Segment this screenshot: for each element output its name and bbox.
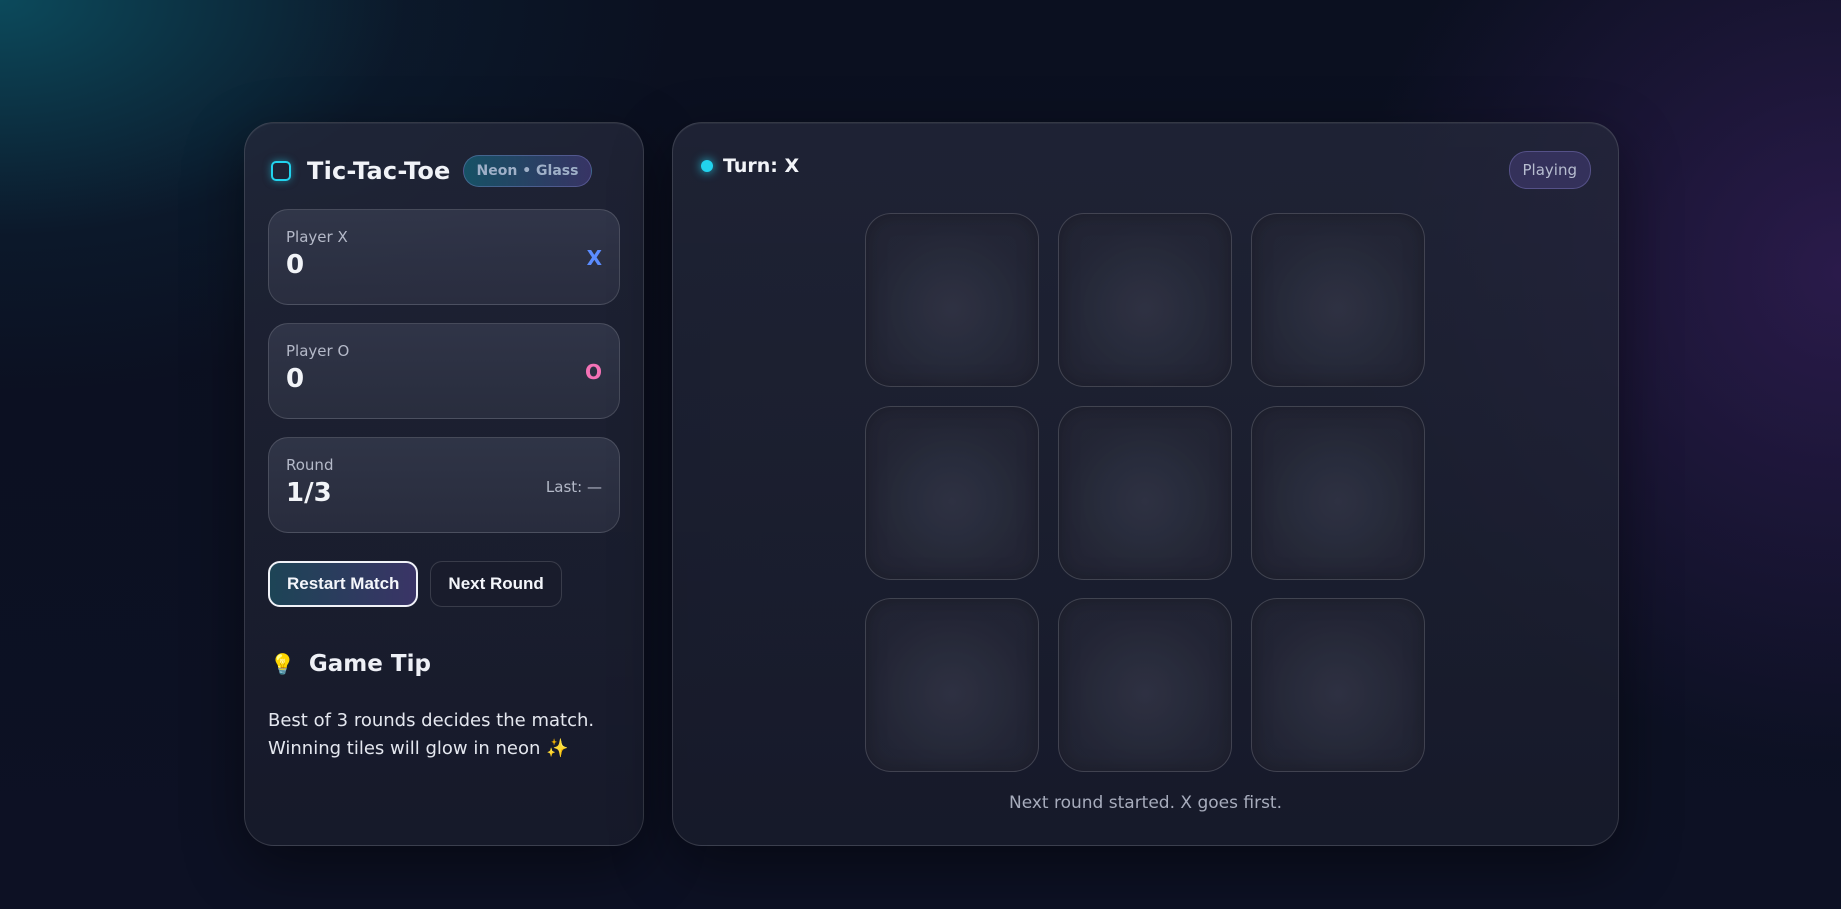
game-tip-header: 💡 Game Tip	[268, 651, 620, 677]
control-buttons: Restart Match Next Round	[268, 561, 620, 607]
player-x-score: 0	[286, 250, 305, 280]
turn-indicator: Turn: X	[701, 155, 799, 177]
board-cell-7[interactable]	[865, 598, 1039, 772]
game-tip-line-1: Best of 3 rounds decides the match.	[268, 710, 595, 731]
board-cell-3[interactable]	[1251, 213, 1425, 387]
logo-square-icon	[271, 161, 291, 181]
app-title: Tic-Tac-Toe	[307, 157, 451, 185]
board-cell-6[interactable]	[1251, 406, 1425, 580]
round-label: Round	[286, 456, 334, 474]
player-o-score: 0	[286, 364, 305, 394]
player-o-label: Player O	[286, 342, 350, 360]
game-tip-heading: Game Tip	[308, 651, 431, 677]
game-tip-line-2: Winning tiles will glow in neon ✨	[268, 738, 569, 759]
status-badge: Playing	[1508, 151, 1591, 189]
board-cell-8[interactable]	[1058, 598, 1232, 772]
status-message: Next round started. X goes first.	[1008, 793, 1282, 813]
game-tip-text: Best of 3 rounds decides the match. Winn…	[268, 707, 620, 763]
player-x-card: Player X 0 X	[268, 209, 620, 305]
player-o-card: Player O 0 O	[268, 323, 620, 419]
o-mark-icon: O	[584, 360, 602, 384]
player-x-label: Player X	[286, 228, 348, 246]
board-cell-4[interactable]	[865, 406, 1039, 580]
last-winner: Last: —	[545, 478, 602, 496]
board-cell-9[interactable]	[1251, 598, 1425, 772]
x-mark-icon: X	[586, 246, 602, 270]
next-round-button[interactable]: Next Round	[430, 561, 562, 607]
round-card: Round 1/3 Last: —	[268, 437, 620, 533]
sidebar-panel: Tic-Tac-Toe Neon • Glass Player X 0 X Pl…	[244, 122, 644, 846]
board-cell-5[interactable]	[1058, 406, 1232, 580]
turn-dot-icon	[701, 160, 713, 172]
theme-badge: Neon • Glass	[462, 155, 593, 187]
board-cell-1[interactable]	[865, 213, 1039, 387]
board-cell-2[interactable]	[1058, 213, 1232, 387]
game-board	[865, 213, 1425, 773]
restart-match-button[interactable]: Restart Match	[268, 561, 419, 607]
turn-text: Turn: X	[723, 155, 800, 177]
game-panel: Turn: X Playing Next round started. X go…	[672, 122, 1619, 846]
lightbulb-icon: 💡	[270, 652, 295, 676]
title-row: Tic-Tac-Toe Neon • Glass	[268, 151, 620, 191]
